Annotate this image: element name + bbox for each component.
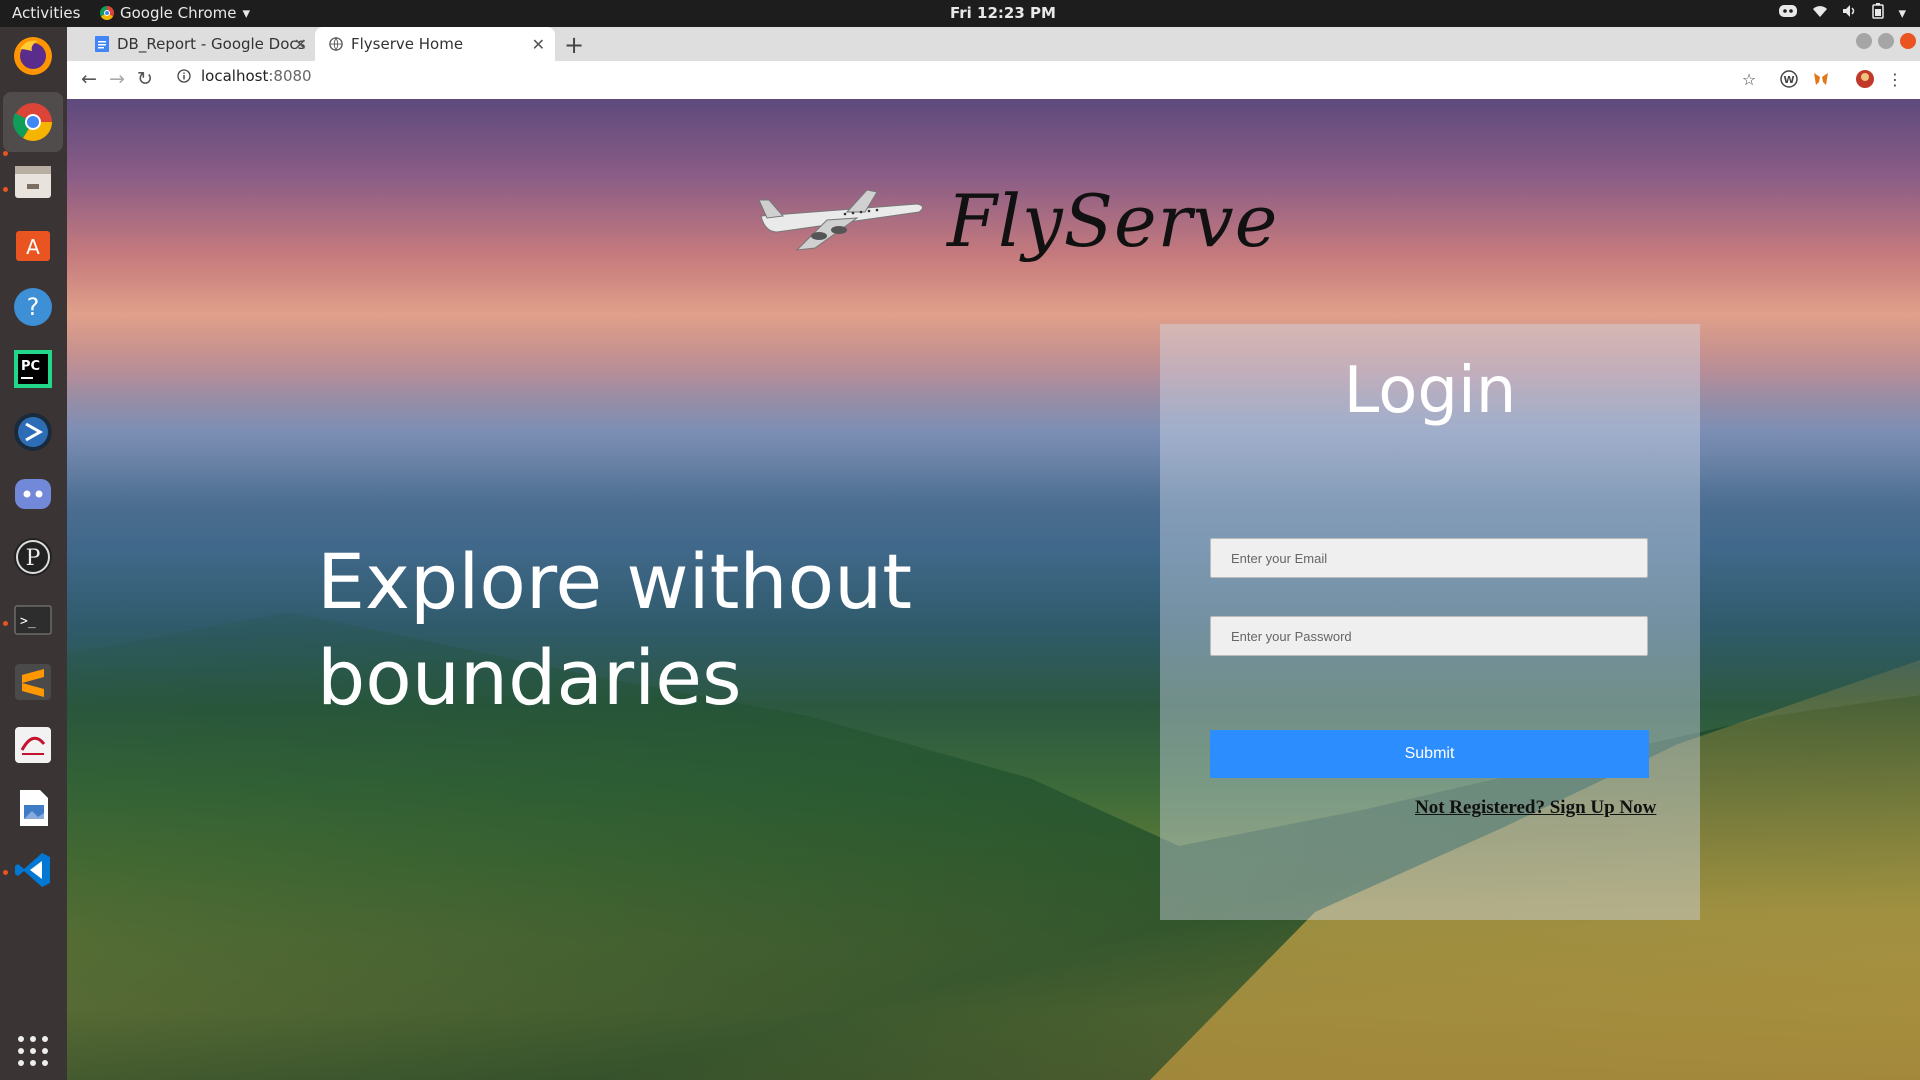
pycharm-icon[interactable]: PC (9, 345, 57, 393)
svg-text:PC: PC (21, 359, 40, 374)
files-icon[interactable] (9, 157, 57, 205)
firefox-icon[interactable] (9, 32, 57, 80)
vscode-icon[interactable] (9, 846, 57, 894)
brand-logo-text: FlyServe (947, 179, 1279, 263)
airplane-icon (758, 189, 923, 251)
signup-link[interactable]: Not Registered? Sign Up Now (1415, 797, 1656, 819)
wifi-icon[interactable] (1812, 4, 1828, 22)
url-port: :8080 (268, 67, 312, 85)
submit-button[interactable]: Submit (1210, 730, 1649, 778)
browser-toolbar: ← → ↻ localhost:8080 ☆ W ⋮ (67, 61, 1920, 100)
profile-avatar[interactable] (1855, 69, 1875, 89)
app-menu-label: Google Chrome (120, 4, 237, 22)
chevron-down-icon: ▾ (242, 4, 251, 22)
close-tab-icon[interactable]: ✕ (294, 35, 307, 54)
password-field[interactable] (1210, 616, 1648, 656)
software-center-icon[interactable]: A (9, 220, 57, 268)
running-indicator (3, 151, 8, 156)
running-indicator (3, 621, 8, 626)
forward-arrow-icon[interactable]: → (109, 68, 125, 90)
dock: A ? PC P >_ (0, 27, 67, 1080)
new-tab-icon[interactable]: + (564, 31, 584, 59)
hero-line-2: boundaries (317, 633, 742, 722)
wappalyzer-extension-icon[interactable]: W (1779, 69, 1799, 89)
pgadmin-icon[interactable]: P (9, 533, 57, 581)
tab-strip: DB_Report - Google Docs ✕ Flyserve Home … (67, 27, 1920, 61)
bluetooth-app-icon[interactable] (9, 408, 57, 456)
tab-label: DB_Report - Google Docs (117, 35, 306, 53)
running-indicator (3, 870, 8, 875)
image-viewer-icon[interactable] (9, 784, 57, 832)
close-window-icon[interactable] (1900, 33, 1916, 49)
login-panel: Login Submit Not Registered? Sign Up Now (1160, 324, 1700, 920)
system-top-bar: Activities Google Chrome ▾ Fri 12:23 PM … (0, 0, 1920, 27)
hero-tagline: Explore without boundaries (317, 534, 912, 726)
url-host: localhost (201, 67, 269, 85)
tab-label: Flyserve Home (351, 35, 464, 53)
brand-header: FlyServe (757, 179, 1278, 263)
login-title: Login (1343, 354, 1517, 428)
chrome-menu-icon[interactable]: ⋮ (1885, 69, 1905, 89)
chrome-icon[interactable] (3, 92, 63, 152)
svg-text:P: P (26, 546, 41, 571)
help-icon[interactable]: ? (9, 283, 57, 331)
maximize-icon[interactable] (1878, 33, 1894, 49)
volume-icon[interactable] (1842, 4, 1858, 22)
clock[interactable]: Fri 12:23 PM (950, 4, 1056, 22)
terminal-icon[interactable]: >_ (9, 596, 57, 644)
svg-text:A: A (26, 235, 40, 259)
metamask-extension-icon[interactable] (1811, 69, 1831, 89)
show-apps-icon[interactable] (9, 1027, 57, 1075)
svg-text:>_: >_ (20, 614, 36, 629)
activities-button[interactable]: Activities (12, 4, 80, 22)
back-arrow-icon[interactable]: ← (81, 68, 97, 90)
sublime-text-icon[interactable] (9, 658, 57, 706)
tab-flyserve-home[interactable]: Flyserve Home ✕ (315, 27, 555, 61)
battery-icon[interactable] (1872, 3, 1885, 23)
running-indicator (3, 187, 8, 192)
svg-text:?: ? (27, 293, 40, 321)
google-docs-icon (95, 36, 109, 52)
address-bar[interactable]: localhost:8080 (177, 67, 312, 85)
eclipse-icon[interactable] (9, 721, 57, 769)
email-field[interactable] (1210, 538, 1648, 578)
close-tab-icon[interactable]: ✕ (532, 35, 545, 54)
bookmark-star-icon[interactable]: ☆ (1739, 69, 1759, 89)
info-icon[interactable] (177, 69, 191, 83)
discord-tray-icon[interactable] (1778, 3, 1798, 23)
hero-line-1: Explore without (317, 537, 913, 626)
chrome-icon (100, 6, 114, 20)
system-tray[interactable]: ▾ (1778, 3, 1906, 23)
svg-text:W: W (1783, 75, 1794, 86)
flyserve-page: FlyServe Explore without boundaries Logi… (67, 99, 1920, 1080)
globe-icon (329, 37, 343, 52)
tab-db-report[interactable]: DB_Report - Google Docs ✕ (81, 27, 317, 61)
discord-icon[interactable] (9, 470, 57, 518)
system-menu-chevron-icon[interactable]: ▾ (1898, 4, 1906, 22)
window-controls (1856, 33, 1916, 49)
reload-icon[interactable]: ↻ (137, 68, 153, 90)
minimize-icon[interactable] (1856, 33, 1872, 49)
app-menu[interactable]: Google Chrome ▾ (100, 4, 250, 22)
